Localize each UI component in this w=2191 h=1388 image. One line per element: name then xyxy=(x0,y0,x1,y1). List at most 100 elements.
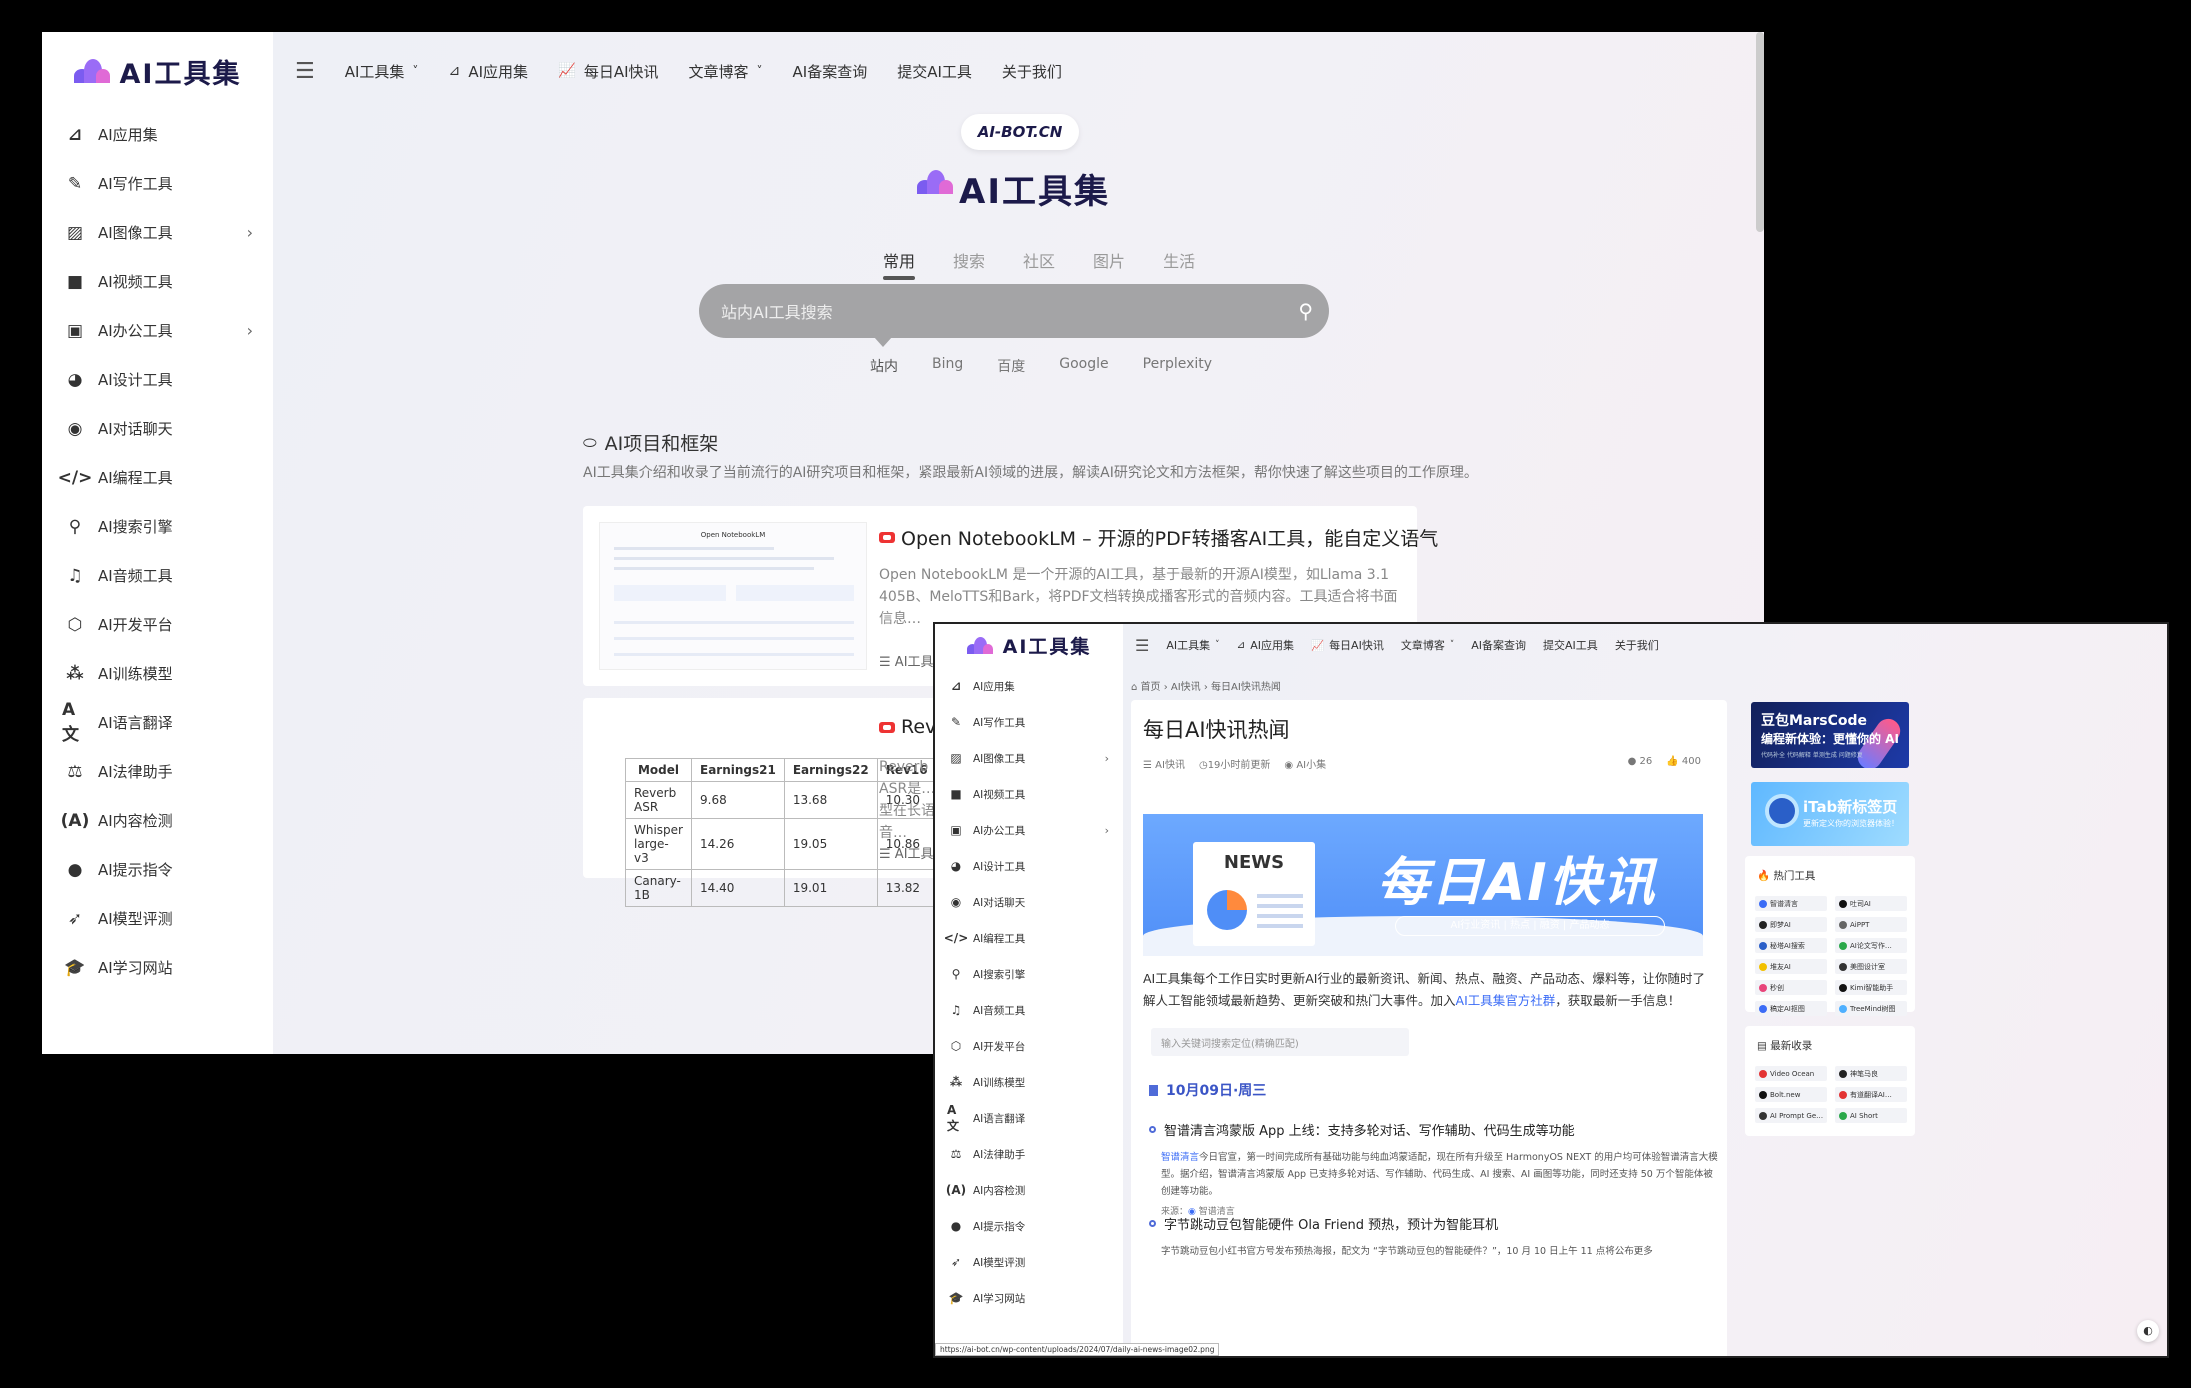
sidebar-item[interactable]: ✎ AI写作工具 xyxy=(935,704,1123,740)
nav-item[interactable]: 文章博客 ˅ xyxy=(1401,637,1454,653)
card-tag[interactable]: ☰ AI工具 xyxy=(879,651,934,670)
search-input[interactable]: 站内AI工具搜索 ⚲ xyxy=(699,284,1329,338)
sidebar-item[interactable]: ⚲ AI搜索引擎 xyxy=(935,956,1123,992)
search-icon[interactable]: ⚲ xyxy=(1298,299,1313,323)
tool-chip[interactable]: 稿定AI抠图 xyxy=(1755,1001,1827,1016)
sidebar-item[interactable]: </> AI编程工具 xyxy=(935,920,1123,956)
article-author[interactable]: ◉ AI小集 xyxy=(1284,756,1326,771)
nav-item[interactable]: AI工具集 ˅ xyxy=(1166,637,1219,653)
search-tab[interactable]: 生活 xyxy=(1163,248,1195,272)
nav-item[interactable]: 提交AI工具 xyxy=(1543,637,1598,653)
news-link[interactable]: 智谱清言 xyxy=(1161,1152,1199,1163)
sidebar-item[interactable]: ◕ AI设计工具 xyxy=(935,848,1123,884)
sidebar-item[interactable]: ♫ AI音频工具 xyxy=(42,551,273,600)
tool-chip[interactable]: Bolt.new xyxy=(1755,1087,1827,1102)
menu-icon[interactable]: ☰ xyxy=(295,59,315,84)
nav-item[interactable]: 关于我们 xyxy=(1002,61,1062,82)
nav-item[interactable]: ⊿ AI应用集 xyxy=(448,61,528,82)
tool-chip[interactable]: AI论文写作… xyxy=(1835,938,1907,953)
tool-chip[interactable]: AI Prompt Ge… xyxy=(1755,1108,1827,1123)
tool-chip[interactable]: Kimi智能助手 xyxy=(1835,980,1907,995)
tool-chip[interactable]: 即梦AI xyxy=(1755,917,1827,932)
card-title[interactable]: Open NotebookLM – 开源的PDF转播客AI工具，能自定义语气 xyxy=(879,524,1438,551)
community-link[interactable]: AI工具集官方社群 xyxy=(1456,993,1556,1008)
itab-ad[interactable]: iTab新标签页 更新定义你的浏览器体验！ xyxy=(1751,782,1909,846)
sidebar-item[interactable]: ◉ AI对话聊天 xyxy=(935,884,1123,920)
sidebar-item[interactable]: ⊿ AI应用集 xyxy=(935,668,1123,704)
brand-logo[interactable]: AI工具集 xyxy=(42,32,273,110)
nav-item[interactable]: AI备案查询 xyxy=(793,61,868,82)
tool-chip[interactable]: TreeMind树图 xyxy=(1835,1001,1907,1016)
comment-count[interactable]: ● 26 xyxy=(1628,756,1653,767)
nav-item[interactable]: 📈 每日AI快讯 xyxy=(1311,637,1384,653)
sidebar-item[interactable]: ⁂ AI训练模型 xyxy=(935,1064,1123,1100)
tool-chip[interactable]: 有道翻译AI… xyxy=(1835,1087,1907,1102)
scrollbar[interactable] xyxy=(1756,32,1764,232)
breadcrumb[interactable]: ⌂ 首页 › AI快讯 › 每日AI快讯热闻 xyxy=(1131,678,1281,693)
tool-chip[interactable]: 美图设计室 xyxy=(1835,959,1907,974)
keyword-search-input[interactable]: 输入关键词搜索定位(精确匹配) xyxy=(1151,1028,1409,1056)
nav-item[interactable]: 关于我们 xyxy=(1615,637,1659,653)
sidebar-item[interactable]: ▣ AI办公工具 › xyxy=(42,306,273,355)
marscode-ad[interactable]: 豆包MarsCode 编程新体验：更懂你的 AI 代码补全 代码解释 单测生成 … xyxy=(1751,702,1909,768)
sidebar-item[interactable]: ♫ AI音频工具 xyxy=(935,992,1123,1028)
card-tag[interactable]: ☰ AI工具 xyxy=(879,843,934,862)
sidebar-item[interactable]: A文 AI语言翻译 xyxy=(935,1100,1123,1136)
search-engine[interactable]: Bing xyxy=(932,356,963,376)
sidebar-item[interactable]: (A) AI内容检测 xyxy=(935,1172,1123,1208)
sidebar-item[interactable]: 🎓 AI学习网站 xyxy=(42,943,273,992)
sidebar-item[interactable]: ◕ AI设计工具 xyxy=(42,355,273,404)
sidebar-item[interactable]: ⊿ AI应用集 xyxy=(42,110,273,159)
search-tab[interactable]: 社区 xyxy=(1023,248,1055,272)
tool-chip[interactable]: 智谱清言 xyxy=(1755,896,1827,911)
sidebar-item[interactable]: </> AI编程工具 xyxy=(42,453,273,502)
sidebar-item[interactable]: ▣ AI办公工具 › xyxy=(935,812,1123,848)
nav-item[interactable]: ⊿ AI应用集 xyxy=(1237,637,1295,653)
dark-mode-icon[interactable]: ◐ xyxy=(2137,1320,2159,1342)
sidebar-item[interactable]: ▨ AI图像工具 › xyxy=(42,208,273,257)
sidebar-item[interactable]: (A) AI内容检测 xyxy=(42,796,273,845)
sidebar-item[interactable]: ⬡ AI开发平台 xyxy=(935,1028,1123,1064)
sidebar-item[interactable]: ➶ AI模型评测 xyxy=(935,1244,1123,1280)
nav-item[interactable]: AI备案查询 xyxy=(1471,637,1526,653)
tool-chip[interactable]: 秒创 xyxy=(1755,980,1827,995)
sidebar-item[interactable]: ⚖ AI法律助手 xyxy=(42,747,273,796)
search-engine[interactable]: 百度 xyxy=(997,356,1025,376)
tool-chip[interactable]: AiPPT xyxy=(1835,917,1907,932)
search-engine[interactable]: Perplexity xyxy=(1143,356,1212,376)
search-engine[interactable]: Google xyxy=(1059,356,1108,376)
sidebar-item[interactable]: ⚖ AI法律助手 xyxy=(935,1136,1123,1172)
tool-chip[interactable]: Video Ocean xyxy=(1755,1066,1827,1081)
nav-item[interactable]: AI工具集 ˅ xyxy=(345,61,419,82)
nav-item[interactable]: 文章博客 ˅ xyxy=(689,61,763,82)
sidebar-item[interactable]: ⁂ AI训练模型 xyxy=(42,649,273,698)
search-tab[interactable]: 搜索 xyxy=(953,248,985,272)
sidebar-item[interactable]: ● AI提示指令 xyxy=(42,845,273,894)
brand-logo[interactable]: AI工具集 xyxy=(935,624,1123,666)
nav-item[interactable]: 📈 每日AI快讯 xyxy=(558,61,658,82)
tool-chip[interactable]: 堆友AI xyxy=(1755,959,1827,974)
tool-chip[interactable]: 吐司AI xyxy=(1835,896,1907,911)
search-tab[interactable]: 图片 xyxy=(1093,248,1125,272)
news-title[interactable]: 智谱清言鸿蒙版 App 上线：支持多轮对话、写作辅助、代码生成等功能 xyxy=(1149,1120,1719,1139)
sidebar-item[interactable]: ⬡ AI开发平台 xyxy=(42,600,273,649)
tool-chip[interactable]: 神笔马良 xyxy=(1835,1066,1907,1081)
sidebar-item[interactable]: ⚲ AI搜索引擎 xyxy=(42,502,273,551)
search-tab[interactable]: 常用 xyxy=(883,248,916,280)
sidebar-item[interactable]: ◉ AI对话聊天 xyxy=(42,404,273,453)
sidebar-item[interactable]: ➶ AI模型评测 xyxy=(42,894,273,943)
sidebar-item[interactable]: A文 AI语言翻译 xyxy=(42,698,273,747)
sidebar-item[interactable]: ■ AI视频工具 xyxy=(42,257,273,306)
news-title[interactable]: 字节跳动豆包智能硬件 Ola Friend 预热，预计为智能耳机 xyxy=(1149,1214,1719,1233)
sidebar-item[interactable]: ■ AI视频工具 xyxy=(935,776,1123,812)
tool-chip[interactable]: 秘塔AI搜索 xyxy=(1755,938,1827,953)
sidebar-item[interactable]: ▨ AI图像工具 › xyxy=(935,740,1123,776)
search-engine[interactable]: 站内 xyxy=(870,356,898,376)
like-count[interactable]: 👍 400 xyxy=(1666,756,1701,767)
nav-item[interactable]: 提交AI工具 xyxy=(897,61,972,82)
sidebar-item[interactable]: ● AI提示指令 xyxy=(935,1208,1123,1244)
article-category[interactable]: ☰ AI快讯 xyxy=(1143,756,1185,771)
tool-chip[interactable]: AI Short xyxy=(1835,1108,1907,1123)
sidebar-item[interactable]: ✎ AI写作工具 xyxy=(42,159,273,208)
menu-icon[interactable]: ☰ xyxy=(1135,636,1149,655)
